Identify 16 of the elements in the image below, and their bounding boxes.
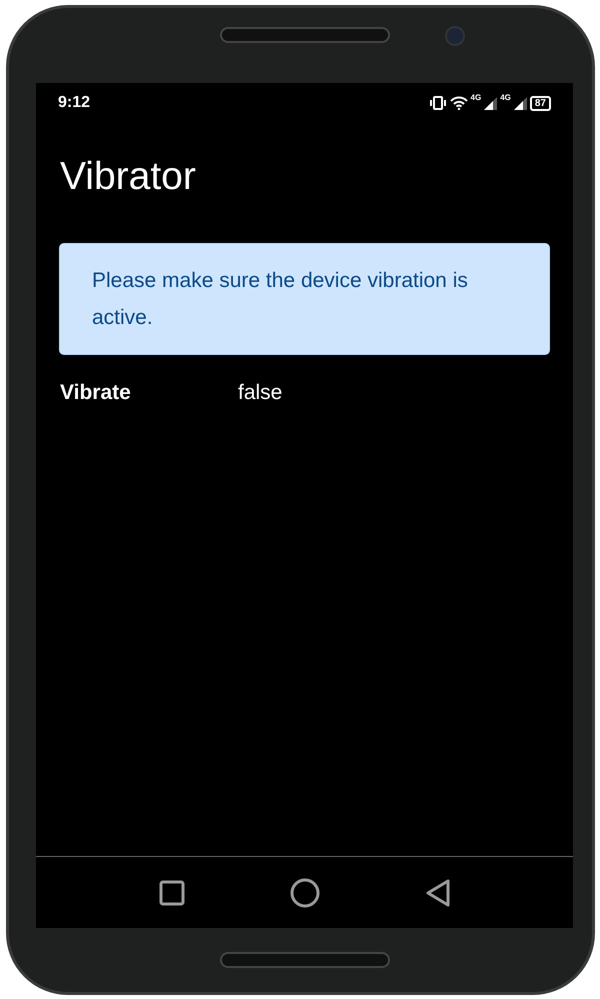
page-title: Vibrator — [60, 154, 197, 200]
field-label: Vibrate — [60, 380, 132, 406]
network-label: 4G — [470, 92, 482, 104]
signal-icon — [484, 96, 498, 110]
signal-icon — [514, 96, 527, 110]
home-icon[interactable] — [290, 878, 320, 908]
field-value: false — [238, 380, 282, 406]
network-label: 4G — [500, 92, 511, 104]
camera-lens — [445, 26, 465, 46]
battery-level: 87 — [530, 96, 551, 110]
info-alert: Please make sure the device vibration is active. — [59, 243, 550, 355]
status-time: 9:12 — [58, 93, 90, 113]
back-icon[interactable] — [424, 878, 450, 906]
recents-icon[interactable] — [158, 880, 184, 906]
vibrate-icon — [428, 96, 447, 110]
wifi-icon — [450, 96, 468, 110]
